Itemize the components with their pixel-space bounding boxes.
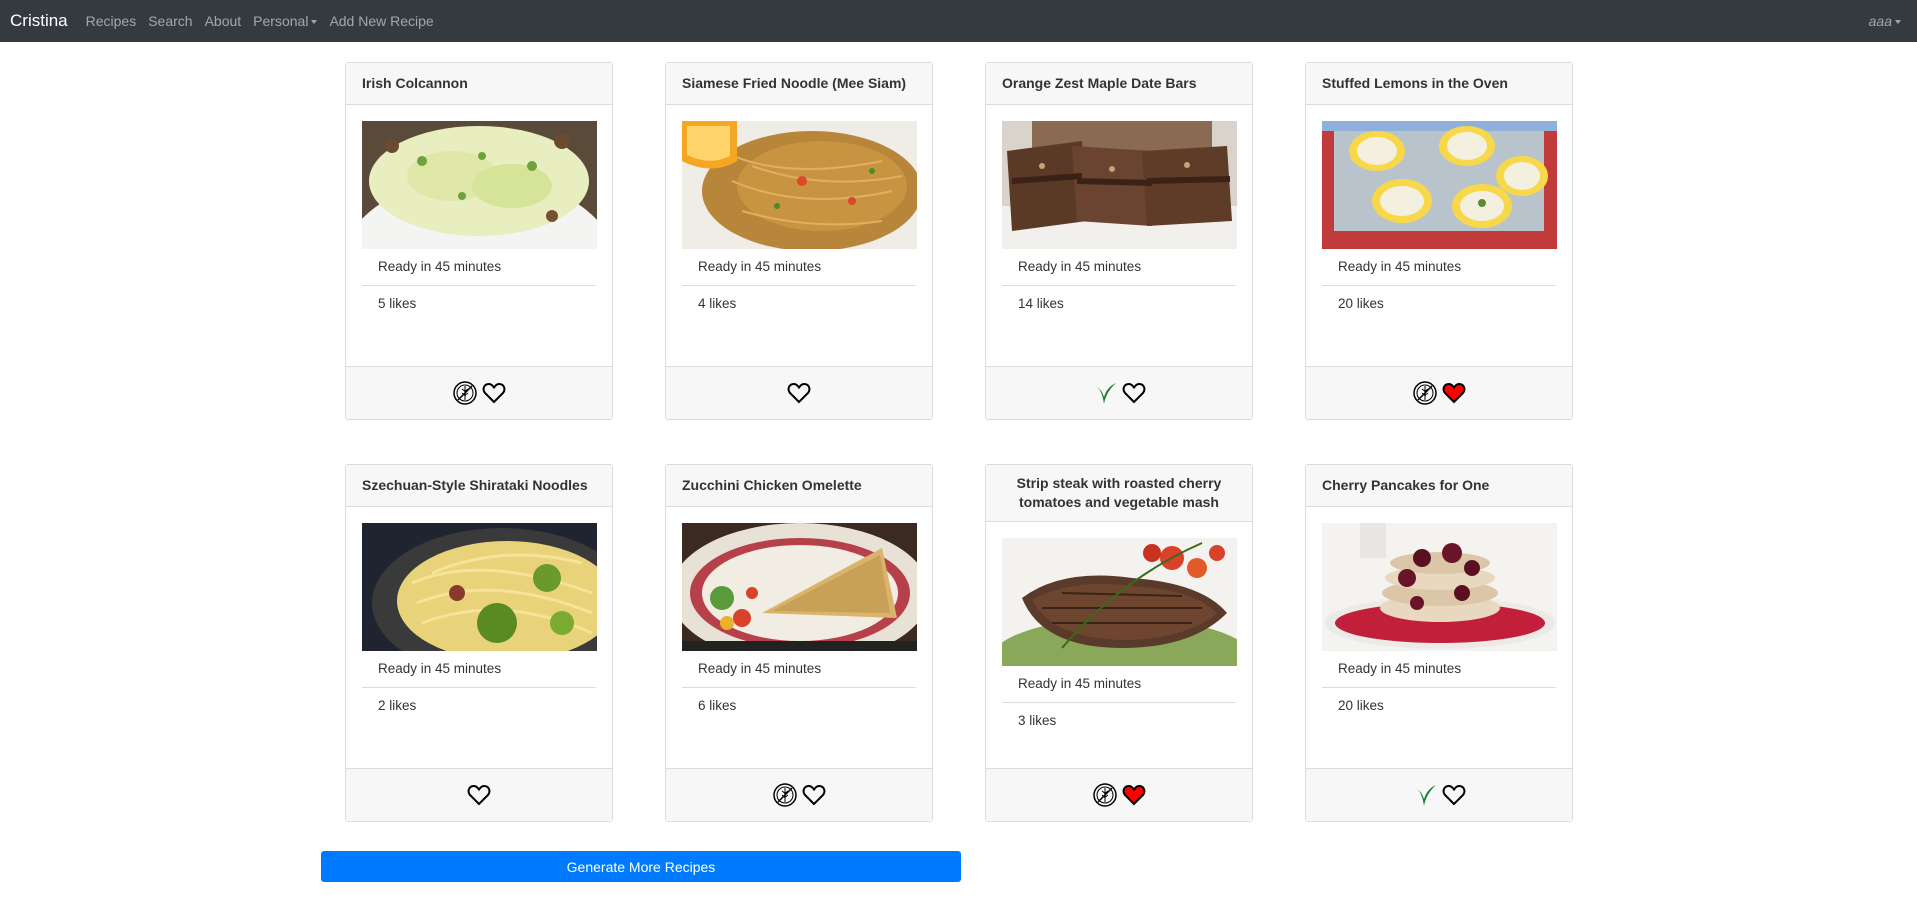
recipe-card: Stuffed Lemons in the Oven Ready in 45 m… (1305, 62, 1573, 420)
heart-icon[interactable] (481, 380, 507, 406)
gluten-free-icon (1412, 380, 1438, 406)
gluten-free-icon (1092, 782, 1118, 808)
recipe-card: Szechuan-Style Shirataki Noodles Ready i… (345, 464, 613, 822)
recipe-title[interactable]: Stuffed Lemons in the Oven (1306, 63, 1572, 105)
recipe-meta: Ready in 45 minutes 14 likes (1002, 249, 1236, 322)
recipe-meta: Ready in 45 minutes 20 likes (1322, 651, 1556, 724)
heart-icon-liked[interactable] (1121, 782, 1147, 808)
recipe-meta: Ready in 45 minutes 4 likes (682, 249, 916, 322)
likes-count: 3 likes (1002, 702, 1236, 739)
recipe-image[interactable] (681, 523, 917, 651)
recipe-image[interactable] (1001, 538, 1237, 666)
heart-icon[interactable] (1121, 380, 1147, 406)
gluten-free-icon (452, 380, 478, 406)
recipe-image[interactable] (1321, 523, 1557, 651)
card-footer (346, 366, 612, 419)
heart-icon[interactable] (466, 782, 492, 808)
ready-time: Ready in 45 minutes (1338, 259, 1462, 274)
recipe-meta: Ready in 45 minutes 2 likes (362, 651, 596, 724)
recipe-title[interactable]: Siamese Fried Noodle (Mee Siam) (666, 63, 932, 105)
likes-count: 2 likes (362, 687, 596, 724)
recipe-image[interactable] (361, 523, 597, 651)
recipe-image[interactable] (1001, 121, 1237, 249)
ready-time: Ready in 45 minutes (1338, 661, 1462, 676)
navbar: Cristina Recipes Search About Personal A… (0, 0, 1917, 42)
caret-down-icon (311, 20, 318, 24)
nav-user-area: aaa (1869, 0, 1901, 42)
recipe-image[interactable] (1321, 121, 1557, 249)
ready-time: Ready in 45 minutes (698, 661, 822, 676)
recipe-title[interactable]: Strip steak with roasted cherry tomatoes… (986, 465, 1252, 522)
nav-personal-label: Personal (253, 13, 309, 29)
ready-time: Ready in 45 minutes (1018, 259, 1142, 274)
card-footer (666, 366, 932, 419)
ready-time: Ready in 45 minutes (698, 259, 822, 274)
vegan-leaf-icon (1092, 380, 1118, 406)
heart-icon[interactable] (1441, 782, 1467, 808)
heart-icon[interactable] (786, 380, 812, 406)
heart-icon-liked[interactable] (1441, 380, 1467, 406)
nav-about[interactable]: About (205, 13, 242, 29)
recipe-card: Strip steak with roasted cherry tomatoes… (985, 464, 1253, 822)
recipe-title[interactable]: Cherry Pancakes for One (1306, 465, 1572, 507)
brand-link[interactable]: Cristina (10, 11, 68, 31)
recipe-card: Siamese Fried Noodle (Mee Siam) Ready in… (665, 62, 933, 420)
recipe-title[interactable]: Zucchini Chicken Omelette (666, 465, 932, 507)
nav-add-recipe[interactable]: Add New Recipe (329, 13, 433, 29)
recipe-title[interactable]: Szechuan-Style Shirataki Noodles (346, 465, 612, 507)
recipe-meta: Ready in 45 minutes 6 likes (682, 651, 916, 724)
card-footer (1306, 768, 1572, 821)
recipe-card: Orange Zest Maple Date Bars Ready in 45 … (985, 62, 1253, 420)
recipe-image[interactable] (681, 121, 917, 249)
recipe-card: Irish Colcannon Ready in 45 minutes 5 li… (345, 62, 613, 420)
vegan-leaf-icon (1412, 782, 1438, 808)
user-name: aaa (1868, 13, 1892, 29)
likes-count: 4 likes (682, 285, 916, 322)
user-dropdown[interactable]: aaa (1869, 13, 1901, 29)
likes-count: 20 likes (1322, 687, 1556, 724)
likes-count: 20 likes (1322, 285, 1556, 322)
card-footer (346, 768, 612, 821)
recipe-card: Cherry Pancakes for One Ready in 45 minu… (1305, 464, 1573, 822)
recipe-title[interactable]: Orange Zest Maple Date Bars (986, 63, 1252, 105)
ready-time: Ready in 45 minutes (378, 259, 502, 274)
card-footer (986, 366, 1252, 419)
generate-more-recipes-button[interactable]: Generate More Recipes (321, 851, 961, 882)
recipe-meta: Ready in 45 minutes 3 likes (1002, 666, 1236, 739)
card-footer (1306, 366, 1572, 419)
recipe-card: Zucchini Chicken Omelette Ready in 45 mi… (665, 464, 933, 822)
likes-count: 14 likes (1002, 285, 1236, 322)
likes-count: 5 likes (362, 285, 596, 322)
card-footer (666, 768, 932, 821)
gluten-free-icon (772, 782, 798, 808)
recipe-meta: Ready in 45 minutes 5 likes (362, 249, 596, 322)
nav-search[interactable]: Search (148, 13, 192, 29)
caret-down-icon (1895, 20, 1901, 24)
heart-icon[interactable] (801, 782, 827, 808)
ready-time: Ready in 45 minutes (378, 661, 502, 676)
recipe-image[interactable] (361, 121, 597, 249)
nav-recipes[interactable]: Recipes (86, 13, 137, 29)
card-footer (986, 768, 1252, 821)
recipe-title[interactable]: Irish Colcannon (346, 63, 612, 105)
likes-count: 6 likes (682, 687, 916, 724)
ready-time: Ready in 45 minutes (1018, 676, 1142, 691)
nav-personal-dropdown[interactable]: Personal (253, 13, 318, 29)
recipe-meta: Ready in 45 minutes 20 likes (1322, 249, 1556, 322)
